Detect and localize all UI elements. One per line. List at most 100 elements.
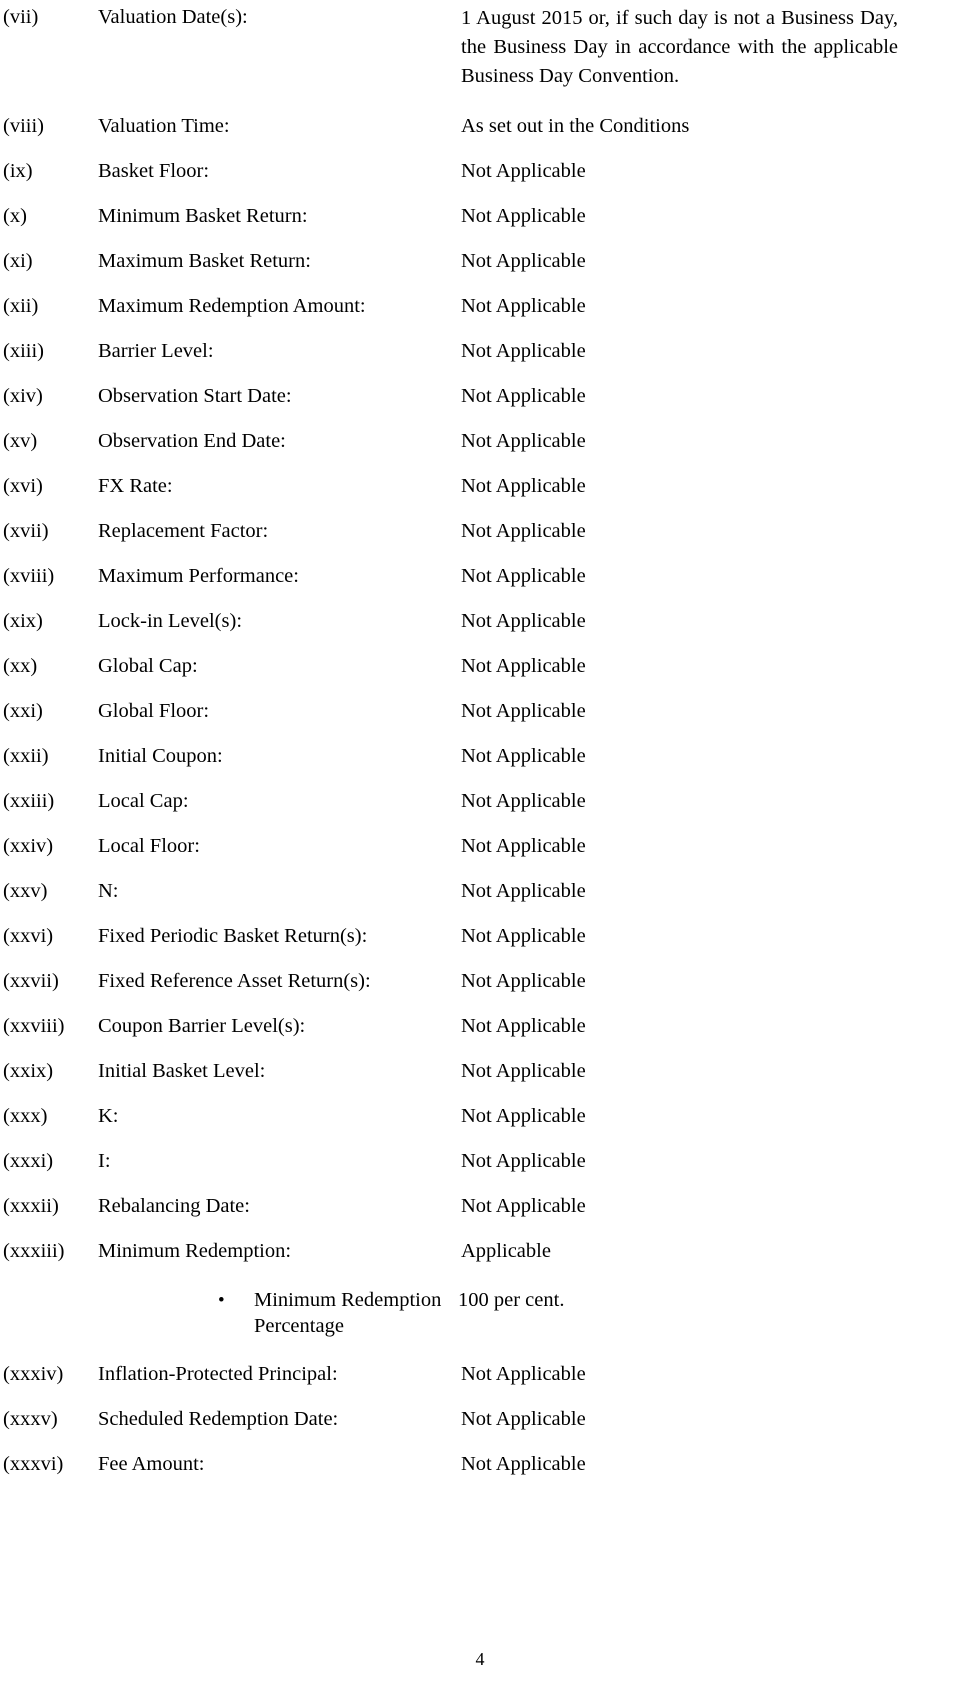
term-value: Not Applicable [461,1015,586,1037]
term-row: (xiv) Observation Start Date: Not Applicab… [0,383,960,410]
term-row: (xviii) Maximum Performance: Not Applicabl… [0,563,960,590]
term-label: Maximum Redemption Amount: [98,295,366,317]
term-numeral: (viii) [3,115,44,137]
term-numeral: (xxxiv) [3,1363,64,1385]
term-label: Observation End Date: [98,430,286,452]
term-row: (xxi) Global Floor: Not Applicable [0,698,960,725]
term-label: FX Rate: [98,475,173,497]
term-row: (xxvi) Fixed Periodic Basket Return(s): No… [0,923,960,950]
term-label: Initial Basket Level: [98,1060,266,1082]
term-label: Global Floor: [98,700,210,722]
term-value: Not Applicable [461,970,586,992]
term-value: Not Applicable [461,160,586,182]
term-row: (xxxv) Scheduled Redemption Date: Not Appl… [0,1406,960,1433]
term-numeral: (xxvii) [3,970,59,992]
term-numeral: (xxv) [3,880,48,902]
term-label: Initial Coupon: [98,745,223,767]
term-numeral: (xix) [3,610,43,632]
term-value: Applicable [461,1240,551,1262]
term-value: Not Applicable [461,385,586,407]
term-numeral: (xxviii) [3,1015,65,1037]
term-row: (xxviii) Coupon Barrier Level(s): Not Appl… [0,1013,960,1040]
term-label: Minimum Basket Return: [98,205,308,227]
term-numeral: (xxii) [3,745,49,767]
term-label: Barrier Level: [98,340,214,362]
term-row: (xvi) FX Rate: Not Applicable [0,473,960,500]
term-label: Basket Floor: [98,160,210,182]
term-row: (xx) Global Cap: Not Applicable [0,653,960,680]
bullet-value: 100 per cent. [458,1289,565,1311]
term-row: (xxiv) Local Floor: Not Applicable [0,833,960,860]
term-numeral: (xxxi) [3,1150,54,1172]
term-label: Inflation-Protected Principal: [98,1363,338,1385]
term-value: Not Applicable [461,1453,586,1475]
term-numeral: (xxvi) [3,925,54,947]
term-value: Not Applicable [461,520,586,542]
term-row: (xxxiv) Inflation-Protected Principal: Not… [0,1361,960,1388]
term-label: Local Floor: [98,835,200,857]
term-row: (xix) Lock-in Level(s): Not Applicable [0,608,960,635]
term-value: Not Applicable [461,1150,586,1172]
term-value: Not Applicable [461,1363,586,1385]
term-value: Not Applicable [461,745,586,767]
term-label: Valuation Date(s): [98,6,248,28]
term-label: Global Cap: [98,655,198,677]
term-numeral: (xvii) [3,520,49,542]
term-numeral: (xviii) [3,565,55,587]
term-label: I: [98,1150,111,1172]
term-row: (ix) Basket Floor: Not Applicable [0,158,960,185]
term-row: (xi) Maximum Basket Return: Not Applicable [0,248,960,275]
term-label: Observation Start Date: [98,385,292,407]
term-row: (x) Minimum Basket Return: Not Applicable [0,203,960,230]
term-numeral: (xxiv) [3,835,54,857]
term-row: (xxxii) Rebalancing Date: Not Applicable [0,1193,960,1220]
bullet-sub-item: • Minimum Redemption Percentage 100 per ce… [0,1287,960,1339]
term-numeral: (xv) [3,430,38,452]
term-numeral: (xi) [3,250,33,272]
term-numeral: (xiv) [3,385,43,407]
term-value: Not Applicable [461,610,586,632]
term-value: As set out in the Conditions [461,115,690,137]
term-numeral: (xxxiii) [3,1240,65,1262]
term-row: (xiii) Barrier Level: Not Applicable [0,338,960,365]
term-value: Not Applicable [461,655,586,677]
term-label: Maximum Basket Return: [98,250,311,272]
term-label: Fixed Periodic Basket Return(s): [98,925,368,947]
term-label: Minimum Redemption: [98,1240,292,1262]
term-row: (xxxvi) Fee Amount: Not Applicable [0,1451,960,1478]
term-row: (xxii) Initial Coupon: Not Applicable [0,743,960,770]
term-row: (xxiii) Local Cap: Not Applicable [0,788,960,815]
term-numeral: (xvi) [3,475,43,497]
term-value: Not Applicable [461,880,586,902]
term-numeral: (xxi) [3,700,43,722]
term-value: Not Applicable [461,475,586,497]
term-numeral: (x) [3,205,27,227]
term-numeral: (ix) [3,160,33,182]
term-label: Lock-in Level(s): [98,610,243,632]
term-value: Not Applicable [461,340,586,362]
term-value: Not Applicable [461,205,586,227]
term-label: K: [98,1105,119,1127]
term-value: Not Applicable [461,1105,586,1127]
term-sheet-list: (vii) Valuation Date(s): 1 August 2015 or,… [0,0,960,1478]
term-value: Not Applicable [461,1195,586,1217]
term-label: N: [98,880,119,902]
term-numeral: (xxix) [3,1060,54,1082]
term-numeral: (xx) [3,655,38,677]
term-row: (xxv) N: Not Applicable [0,878,960,905]
term-value: Not Applicable [461,1060,586,1082]
term-label: Replacement Factor: [98,520,269,542]
term-numeral: (vii) [3,6,39,28]
term-row: (xxx) K: Not Applicable [0,1103,960,1130]
term-label: Valuation Time: [98,115,230,137]
term-value: Not Applicable [461,430,586,452]
term-value: Not Applicable [461,295,586,317]
document-page: (vii) Valuation Date(s): 1 August 2015 or,… [0,0,960,1693]
term-label: Scheduled Redemption Date: [98,1408,339,1430]
term-label: Rebalancing Date: [98,1195,250,1217]
term-row: (xxxiii) Minimum Redemption: Applicable [0,1238,960,1265]
term-numeral: (xiii) [3,340,44,362]
term-row: (xxvii) Fixed Reference Asset Return(s): N… [0,968,960,995]
term-numeral: (xxiii) [3,790,55,812]
term-row: (xvii) Replacement Factor: Not Applicable [0,518,960,545]
